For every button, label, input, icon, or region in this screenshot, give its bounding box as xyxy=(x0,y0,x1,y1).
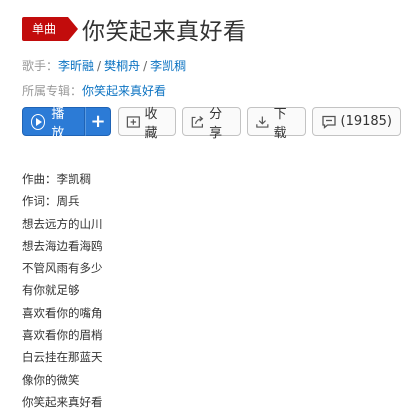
comment-button[interactable]: (19185) xyxy=(311,107,401,136)
lyric-line: 想去远方的山川 xyxy=(22,216,103,231)
lyric-line: 喜欢看你的眉梢 xyxy=(22,328,103,343)
play-group: 播放 + xyxy=(22,107,111,141)
singer-link-1[interactable]: 李昕融 xyxy=(58,59,94,73)
share-button[interactable]: 分享 xyxy=(182,107,241,141)
separator: / xyxy=(143,59,148,73)
play-icon xyxy=(31,113,46,130)
lyric-line: 白云挂在那蓝天 xyxy=(22,350,103,365)
album-link[interactable]: 你笑起来真好看 xyxy=(82,84,166,98)
album-label: 所属专辑： xyxy=(22,84,83,98)
download-icon xyxy=(256,115,269,128)
singer-row: 歌手：李昕融 / 樊桐舟 / 李凯稠 xyxy=(22,57,186,74)
collect-icon xyxy=(126,115,140,128)
lyric-line: 想去海边看海鸥 xyxy=(22,238,103,253)
album-row: 所属专辑：你笑起来真好看 xyxy=(22,82,166,99)
comment-count: (19185) xyxy=(340,114,393,129)
lyric-line: 喜欢看你的嘴角 xyxy=(22,305,103,320)
add-to-playlist-button[interactable]: + xyxy=(85,107,111,136)
share-label: 分享 xyxy=(209,106,223,141)
action-bar: 播放 + 收藏 分享 下载 (19185) xyxy=(22,107,407,141)
collect-label: 收藏 xyxy=(144,106,158,141)
lyric-line: 作曲：李凯稠 xyxy=(22,172,91,186)
lyric-line: 有你就足够 xyxy=(22,283,80,298)
download-label: 下载 xyxy=(273,106,287,141)
song-header: 单曲 你笑起来真好看 xyxy=(22,14,247,45)
collect-button[interactable]: 收藏 xyxy=(117,107,177,141)
download-button[interactable]: 下载 xyxy=(246,107,306,141)
separator: / xyxy=(97,59,102,73)
singer-label: 歌手： xyxy=(22,59,59,73)
singer-link-2[interactable]: 樊桐舟 xyxy=(104,59,140,73)
lyric-line: 不管风雨有多少 xyxy=(22,261,103,276)
lyric-line: 你笑起来真好看 xyxy=(22,394,103,409)
share-icon xyxy=(192,115,204,128)
singer-link-3[interactable]: 李凯稠 xyxy=(150,59,186,73)
play-label: 播放 xyxy=(51,106,65,141)
lyrics: 作曲：李凯稠 作词：周兵 想去远方的山川 想去海边看海鸥 不管风雨有多少 有你就… xyxy=(22,168,103,413)
comment-icon xyxy=(321,115,336,129)
single-badge: 单曲 xyxy=(22,17,79,41)
lyric-line: 作词：周兵 xyxy=(22,194,80,209)
song-title: 你笑起来真好看 xyxy=(82,19,247,45)
lyric-line: 像你的微笑 xyxy=(22,372,80,387)
play-button[interactable]: 播放 xyxy=(22,107,86,141)
